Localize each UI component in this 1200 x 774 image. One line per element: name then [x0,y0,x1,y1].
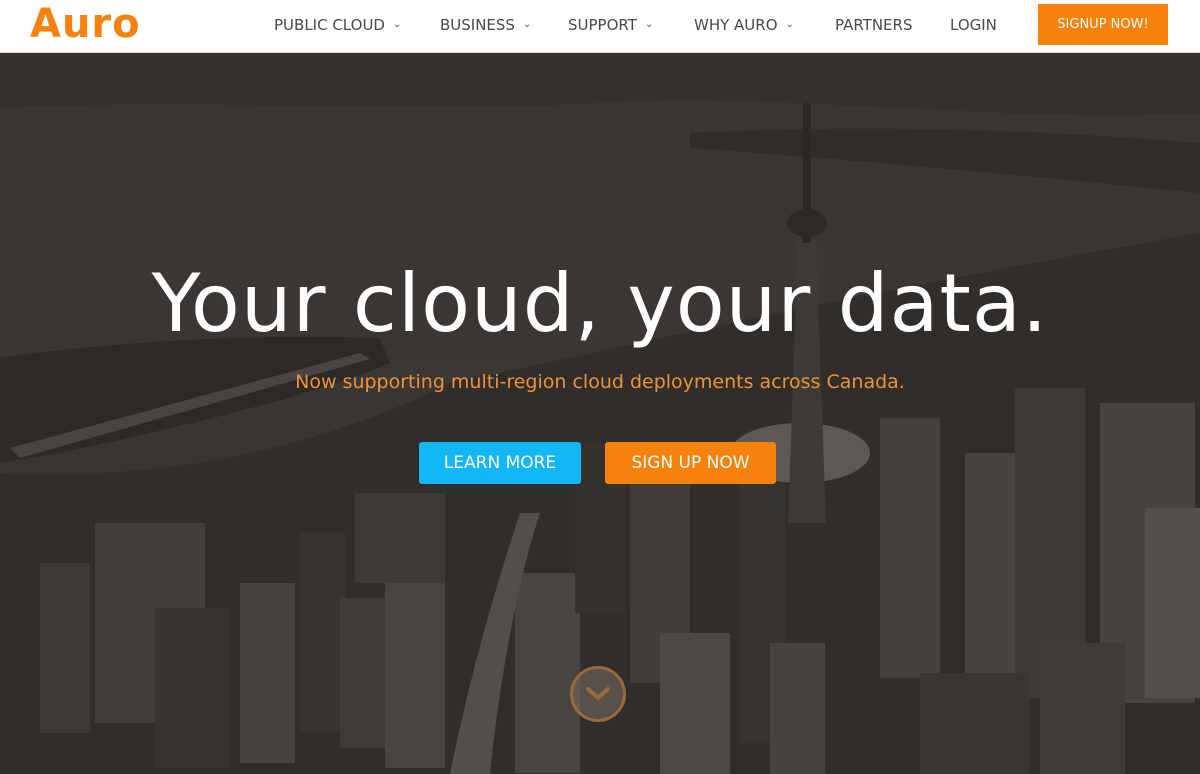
nav-item-label: WHY AURO [694,16,778,34]
hero-title: Your cloud, your data. [151,257,1049,350]
chevron-down-icon: ⌄ [392,19,402,30]
nav-item-public-cloud[interactable]: PUBLIC CLOUD ⌄ [274,14,401,36]
nav-item-login[interactable]: LOGIN [950,14,997,36]
signup-now-button[interactable]: SIGNUP NOW! [1038,4,1168,45]
chevron-down-icon: ⌄ [522,19,532,30]
nav-item-label: PARTNERS [835,16,913,34]
hero-section: Your cloud, your data. Now supporting mu… [0,53,1200,774]
site-header: Auro PUBLIC CLOUD ⌄ BUSINESS ⌄ SUPPORT ⌄ WH… [0,0,1200,53]
chevron-down-icon: ⌄ [644,19,654,30]
nav-item-label: PUBLIC CLOUD [274,16,385,34]
learn-more-button[interactable]: LEARN MORE [419,442,581,484]
nav-item-support[interactable]: SUPPORT ⌄ [568,14,653,36]
sign-up-now-button[interactable]: SIGN UP NOW [605,442,776,484]
nav-item-why-auro[interactable]: WHY AURO ⌄ [694,14,794,36]
scroll-down-button[interactable] [570,666,626,722]
hero-subtitle: Now supporting multi-region cloud deploy… [295,371,905,393]
nav-item-business[interactable]: BUSINESS ⌄ [440,14,531,36]
chevron-down-icon: ⌄ [785,19,794,30]
chevron-down-icon [586,687,610,700]
nav-item-label: LOGIN [950,16,997,34]
nav-item-label: BUSINESS [440,16,515,34]
main-nav: PUBLIC CLOUD ⌄ BUSINESS ⌄ SUPPORT ⌄ WHY AUR… [0,0,1200,53]
nav-item-partners[interactable]: PARTNERS [835,14,912,36]
nav-item-label: SUPPORT [568,16,637,34]
